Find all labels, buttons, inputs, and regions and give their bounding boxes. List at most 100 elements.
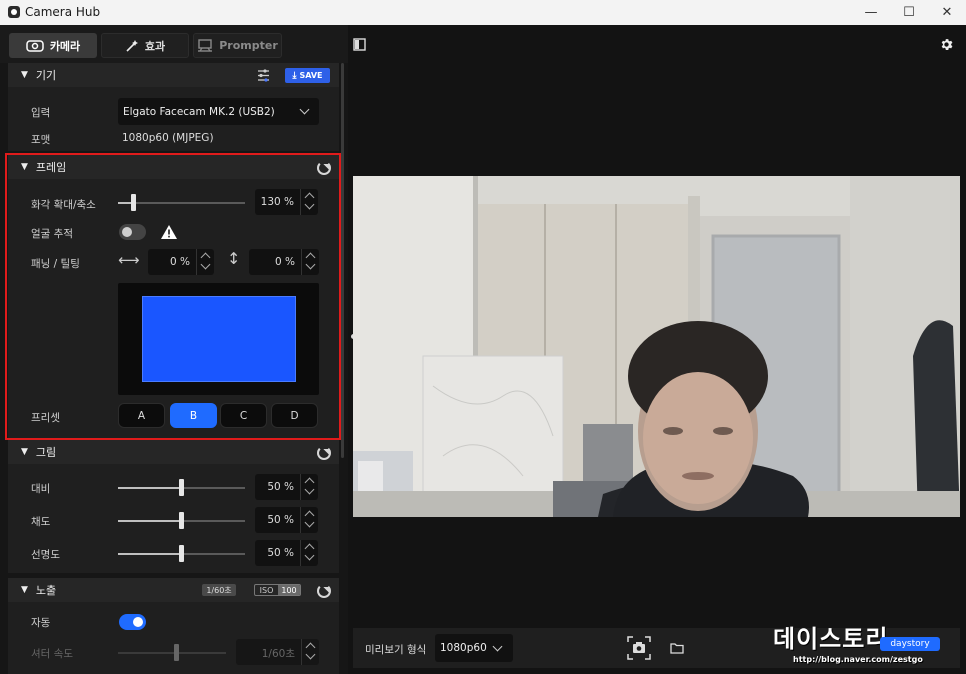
tilt-arrows-icon: ↕: [227, 249, 241, 268]
frame-section-title: 프레임: [35, 161, 67, 174]
sharpness-slider-handle[interactable]: [179, 545, 184, 562]
preset-label: 프리셋: [31, 412, 60, 424]
contrast-label: 대비: [31, 483, 51, 495]
saturation-stepper[interactable]: 50 %: [255, 507, 318, 533]
preset-b-button[interactable]: B: [170, 403, 217, 428]
input-device-select[interactable]: Elgato Facecam MK.2 (USB2): [118, 98, 319, 125]
saturation-slider-handle[interactable]: [179, 512, 184, 529]
frame-section-header[interactable]: ▼ 프레임: [8, 155, 339, 179]
toggle-knob: [122, 227, 132, 237]
zoom-label: 화각 확대/축소: [31, 199, 96, 211]
stepper-arrows[interactable]: [300, 474, 318, 500]
collapse-triangle-icon: ▼: [21, 162, 28, 172]
arrow-down-icon: [200, 259, 211, 270]
sharpness-slider-fill: [118, 553, 181, 555]
settings-scrollbar[interactable]: [341, 63, 344, 458]
shutter-slider-handle[interactable]: [174, 644, 179, 661]
stepper-arrows[interactable]: [300, 540, 318, 566]
preset-a-button[interactable]: A: [118, 403, 165, 428]
device-section-body: 입력 Elgato Facecam MK.2 (USB2) 포맷 1080p60…: [8, 87, 339, 151]
download-icon: ⤓: [292, 70, 297, 81]
zoom-stepper[interactable]: 130 %: [255, 189, 318, 215]
camera-feed-image: [353, 176, 960, 517]
pan-tilt-label: 패닝 / 틸팅: [31, 258, 80, 270]
iso-badge: ISO 100: [254, 584, 301, 596]
adjust-sliders-icon[interactable]: [257, 69, 270, 82]
toggle-knob: [133, 617, 143, 627]
preview-format-label: 미리보기 형식: [365, 644, 427, 656]
shutter-speed-label: 셔터 속도: [31, 648, 73, 660]
magic-wand-icon: [126, 39, 138, 52]
shutter-stepper[interactable]: 1/60초: [236, 639, 319, 665]
arrow-down-icon: [304, 517, 315, 528]
collapse-triangle-icon: ▼: [21, 70, 28, 80]
preset-d-button[interactable]: D: [271, 403, 318, 428]
zoom-slider-track: [118, 202, 245, 204]
stepper-arrows[interactable]: [301, 249, 319, 275]
picture-reset-icon[interactable]: [317, 446, 331, 460]
settings-gear-icon[interactable]: [939, 37, 954, 52]
camera-icon: [26, 39, 44, 52]
chevron-down-icon: [299, 104, 310, 115]
sharpness-stepper[interactable]: 50 %: [255, 540, 318, 566]
pan-value: 0 %: [170, 256, 190, 268]
shutter-value: 1/60초: [261, 648, 295, 660]
snapshot-camera-icon[interactable]: [627, 636, 651, 660]
preset-group: A B C D: [118, 403, 319, 428]
face-tracking-toggle[interactable]: [119, 224, 146, 240]
frame-position-pad[interactable]: [118, 283, 319, 395]
chevron-down-icon: [492, 641, 503, 652]
arrow-down-icon: [304, 550, 315, 561]
zoom-slider-handle[interactable]: [131, 194, 136, 211]
save-button[interactable]: ⤓ SAVE: [285, 68, 330, 83]
arrow-down-icon: [304, 199, 315, 210]
contrast-stepper[interactable]: 50 %: [255, 474, 318, 500]
preview-format-value: 1080p60: [440, 642, 487, 654]
contrast-slider-fill: [118, 487, 181, 489]
iso-label: ISO: [259, 585, 274, 595]
stepper-arrows[interactable]: [300, 189, 318, 215]
collapse-triangle-icon: ▼: [21, 447, 28, 457]
toggle-sidebar-icon[interactable]: [353, 38, 366, 51]
folder-icon[interactable]: [670, 642, 684, 654]
face-tracking-label: 얼굴 추적: [31, 228, 73, 240]
tab-prompter[interactable]: Prompter: [193, 33, 282, 58]
frame-region-rect[interactable]: [142, 296, 296, 382]
preset-c-button[interactable]: C: [220, 403, 267, 428]
pan-arrows-icon: ⟷: [118, 251, 140, 269]
device-section-title: 기기: [35, 69, 57, 82]
camera-preview: [353, 176, 960, 517]
warning-icon: [161, 225, 177, 239]
sharpness-label: 선명도: [31, 549, 60, 561]
picture-section-title: 그림: [35, 446, 57, 459]
prompter-icon: [198, 39, 213, 52]
tilt-stepper[interactable]: 0 %: [249, 249, 319, 275]
picture-section-header[interactable]: ▼ 그림: [8, 440, 339, 464]
shutter-badge: 1/60초: [202, 584, 236, 596]
input-device-value: Elgato Facecam MK.2 (USB2): [123, 106, 275, 118]
title-bar: Camera Hub — ☐ ✕: [0, 0, 966, 25]
tilt-value: 0 %: [275, 256, 295, 268]
tab-effects-label: 효과: [144, 39, 166, 53]
contrast-slider-handle[interactable]: [179, 479, 184, 496]
pan-stepper[interactable]: 0 %: [148, 249, 214, 275]
input-label: 입력: [31, 107, 51, 119]
tab-camera-label: 카메라: [49, 39, 81, 53]
exposure-reset-icon[interactable]: [317, 584, 331, 598]
tab-camera[interactable]: 카메라: [9, 33, 97, 58]
stepper-arrows[interactable]: [300, 507, 318, 533]
close-button[interactable]: ✕: [928, 0, 966, 25]
minimize-button[interactable]: —: [852, 0, 890, 25]
saturation-value: 50 %: [267, 514, 294, 526]
arrow-down-icon: [305, 649, 316, 660]
saturation-slider-fill: [118, 520, 181, 522]
auto-exposure-toggle[interactable]: [119, 614, 146, 630]
tab-bar: 카메라 효과 Prompter: [0, 25, 348, 63]
preview-format-select[interactable]: 1080p60: [435, 634, 513, 662]
stepper-arrows[interactable]: [301, 639, 319, 665]
sharpness-value: 50 %: [267, 547, 294, 559]
stepper-arrows[interactable]: [196, 249, 214, 275]
maximize-button[interactable]: ☐: [890, 0, 928, 25]
tab-effects[interactable]: 효과: [101, 33, 189, 58]
frame-reset-icon[interactable]: [317, 161, 331, 175]
